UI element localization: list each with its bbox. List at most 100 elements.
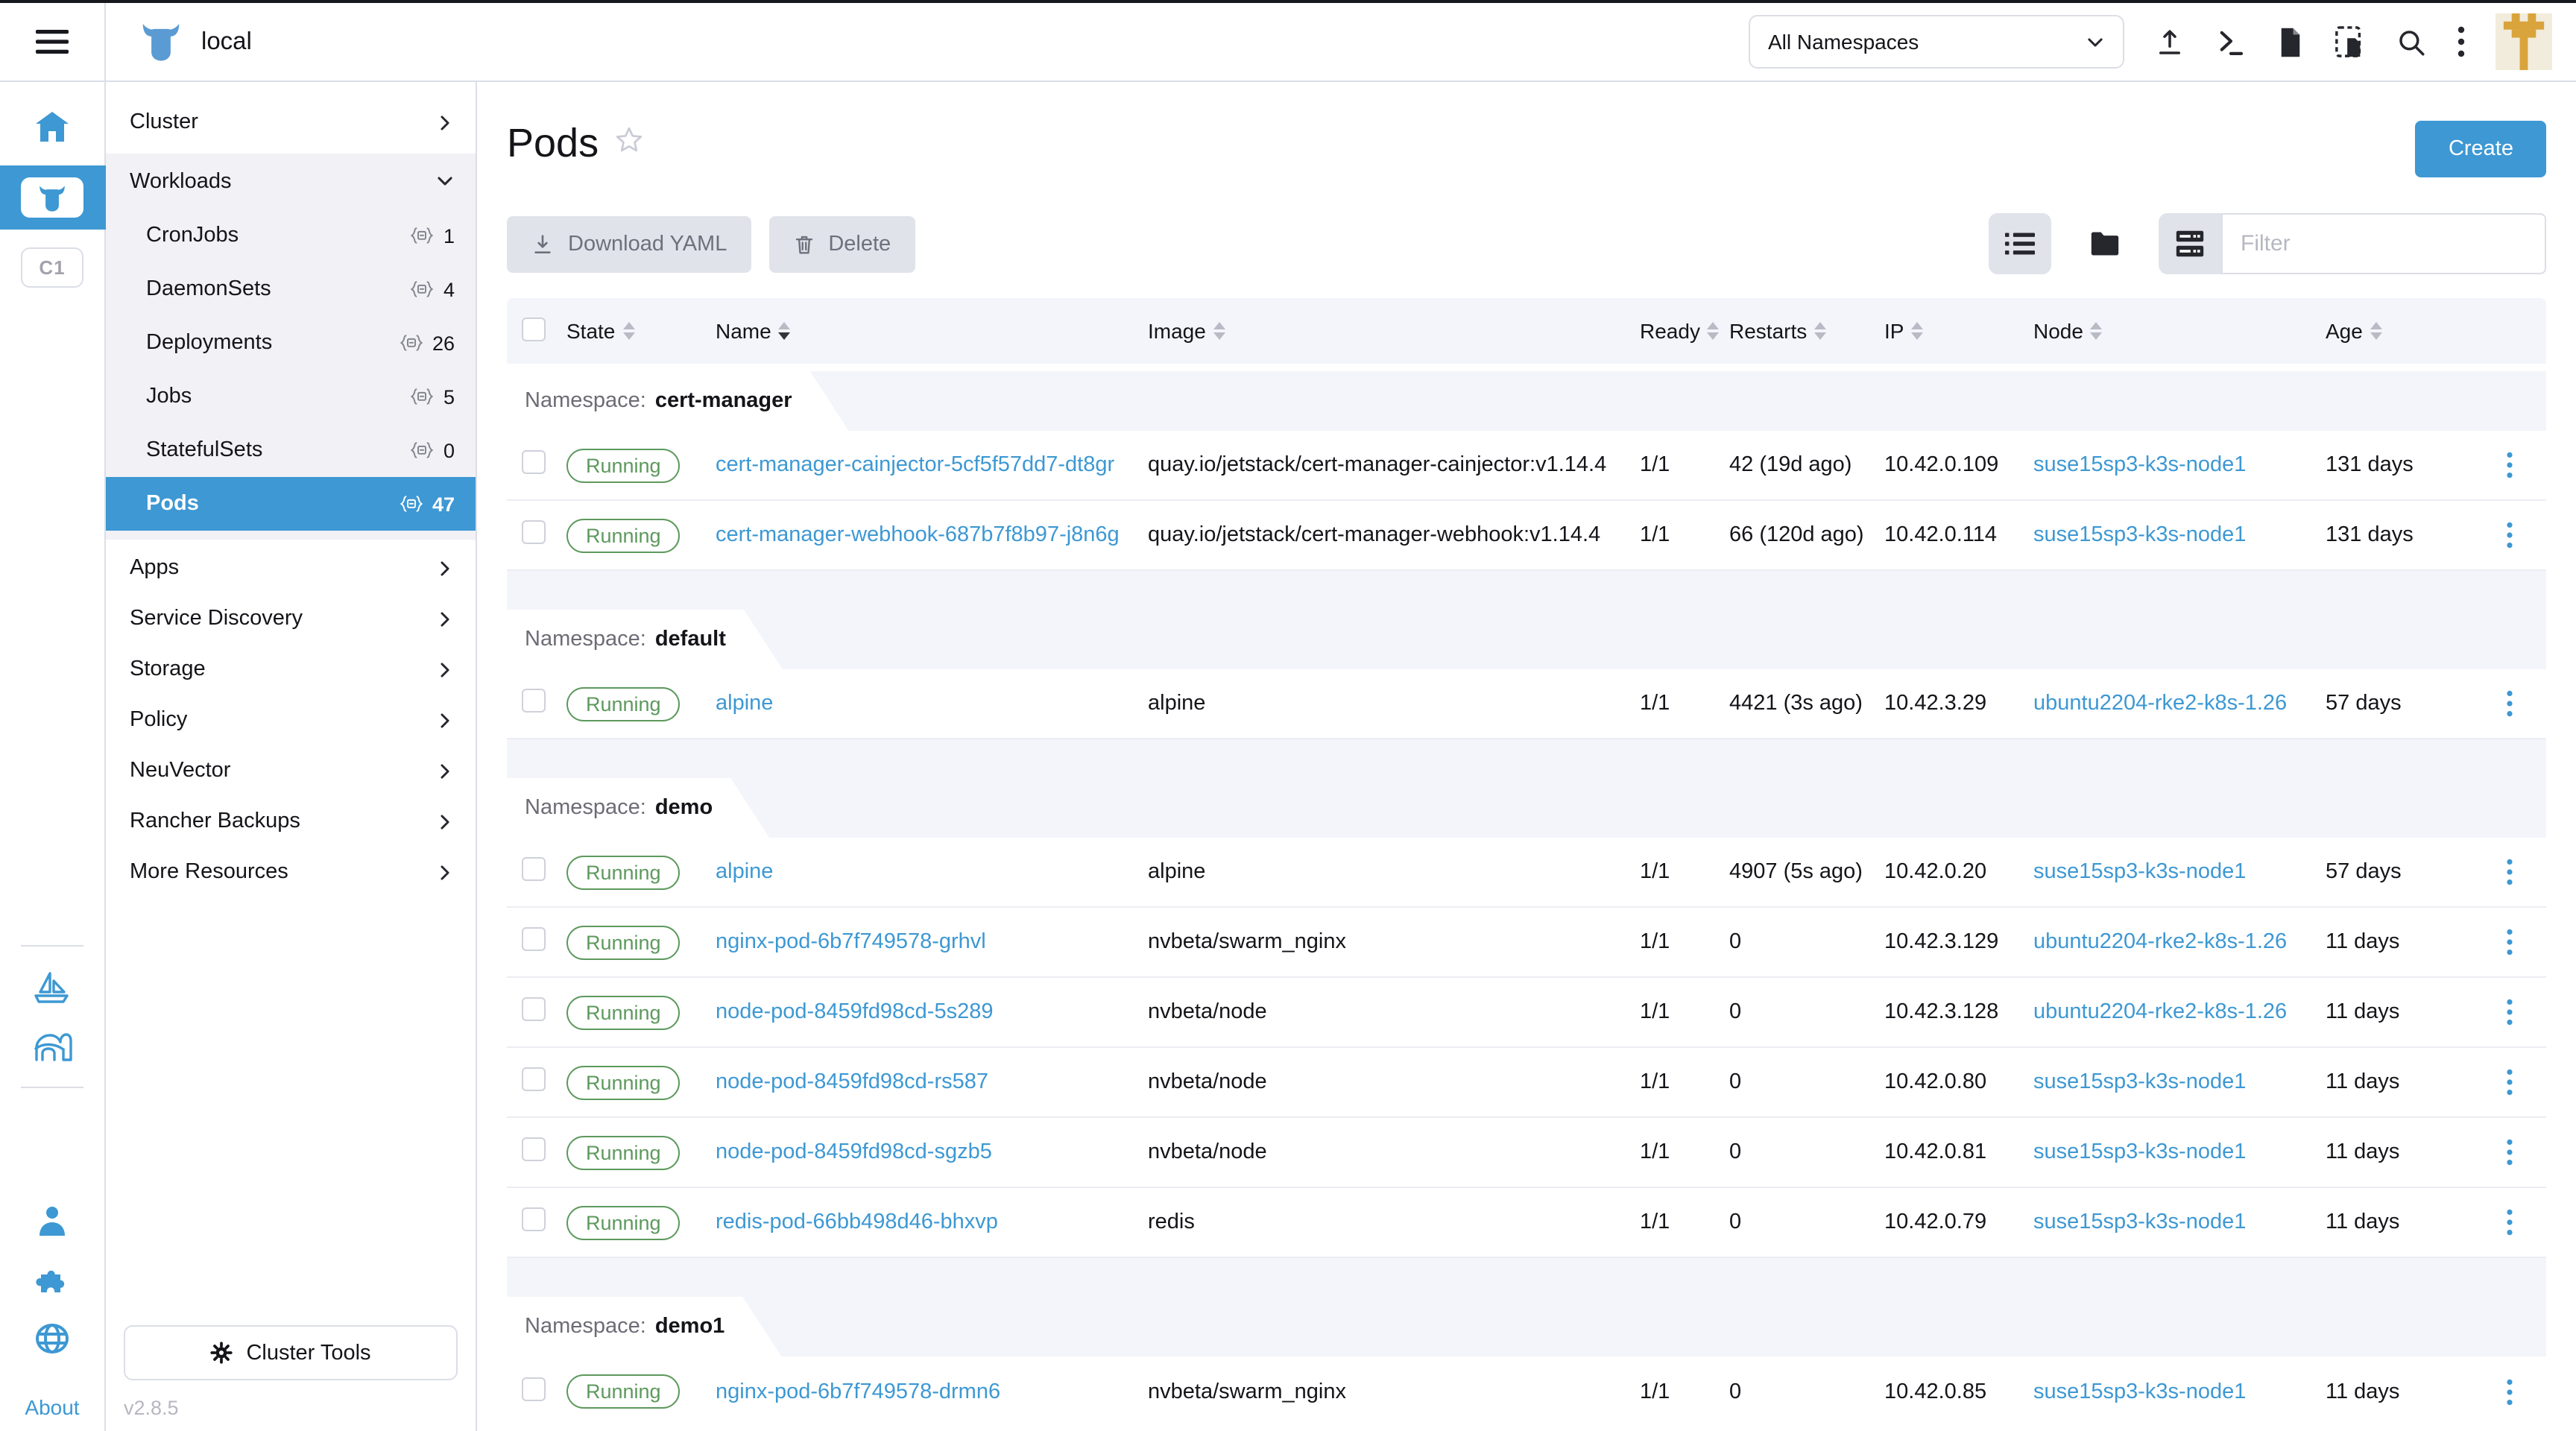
pod-name-link[interactable]: nginx-pod-6b7f749578-drmn6 bbox=[716, 1380, 1000, 1403]
node-link[interactable]: ubuntu2204-rke2-k8s-1.26 bbox=[2033, 930, 2287, 954]
home-icon[interactable] bbox=[34, 100, 70, 154]
node-link[interactable]: suse15sp3-k3s-node1 bbox=[2033, 453, 2246, 477]
row-actions-menu-button[interactable] bbox=[2487, 850, 2531, 894]
sidebar-item-neuvector[interactable]: NeuVector bbox=[106, 745, 476, 796]
list-view-button[interactable] bbox=[1989, 213, 2051, 274]
row-actions-menu-button[interactable] bbox=[2487, 681, 2531, 726]
ip-value: 10.42.0.85 bbox=[1884, 1380, 1986, 1403]
node-link[interactable]: ubuntu2204-rke2-k8s-1.26 bbox=[2033, 692, 2287, 716]
user-avatar[interactable] bbox=[2496, 13, 2552, 70]
copy-kubeconfig-button[interactable] bbox=[2334, 25, 2366, 59]
pod-name-link[interactable]: alpine bbox=[716, 860, 773, 884]
download-yaml-button[interactable]: Download YAML bbox=[507, 215, 751, 272]
search-icon[interactable] bbox=[2396, 26, 2427, 57]
node-cell: suse15sp3-k3s-node1 bbox=[2033, 1140, 2326, 1164]
row-checkbox[interactable] bbox=[522, 1067, 546, 1091]
column-header-ip[interactable]: IP bbox=[1884, 319, 2033, 343]
row-actions-menu-button[interactable] bbox=[2487, 1130, 2531, 1175]
import-yaml-button[interactable] bbox=[2154, 26, 2185, 57]
pod-name-link[interactable]: redis-pod-66bb498d46-bhxvp bbox=[716, 1210, 998, 1234]
globe-icon[interactable] bbox=[33, 1321, 72, 1356]
sidebar-item-statefulsets[interactable]: StatefulSets0 bbox=[106, 423, 476, 477]
row-actions-menu-button[interactable] bbox=[2487, 1060, 2531, 1105]
column-header-name[interactable]: Name bbox=[716, 319, 1148, 343]
node-link[interactable]: ubuntu2204-rke2-k8s-1.26 bbox=[2033, 1000, 2287, 1024]
sidebar-item-daemonsets[interactable]: DaemonSets4 bbox=[106, 262, 476, 316]
kubectl-shell-button[interactable] bbox=[2215, 26, 2247, 57]
row-checkbox[interactable] bbox=[522, 927, 546, 951]
sidebar-item-cronjobs[interactable]: CronJobs1 bbox=[106, 209, 476, 262]
namespace-filter-select[interactable]: All Namespaces bbox=[1749, 15, 2124, 69]
pod-name-link[interactable]: node-pod-8459fd98cd-sgzb5 bbox=[716, 1140, 992, 1164]
grouped-view-button[interactable] bbox=[2159, 213, 2221, 274]
sidebar-item-deployments[interactable]: Deployments26 bbox=[106, 316, 476, 370]
row-checkbox[interactable] bbox=[522, 520, 546, 544]
row-actions-menu-button[interactable] bbox=[2487, 1369, 2531, 1414]
pod-name-link[interactable]: cert-manager-cainjector-5cf5f57dd7-dt8gr bbox=[716, 453, 1114, 477]
favorite-star-icon[interactable] bbox=[613, 125, 643, 155]
column-header-label: Restarts bbox=[1729, 319, 1807, 343]
row-checkbox[interactable] bbox=[522, 1137, 546, 1161]
row-checkbox[interactable] bbox=[522, 857, 546, 881]
pod-name-link[interactable]: cert-manager-webhook-687b7f8b97-j8n6g bbox=[716, 523, 1120, 547]
node-link[interactable]: suse15sp3-k3s-node1 bbox=[2033, 1210, 2246, 1234]
fleet-icon[interactable] bbox=[33, 970, 72, 1006]
row-checkbox[interactable] bbox=[522, 1207, 546, 1231]
sort-down-icon bbox=[1911, 332, 1923, 340]
sidebar-item-more-resources[interactable]: More Resources bbox=[106, 847, 476, 897]
node-cell: suse15sp3-k3s-node1 bbox=[2033, 1380, 2326, 1403]
row-checkbox[interactable] bbox=[522, 689, 546, 713]
sidebar-item-workloads[interactable]: Workloads bbox=[106, 154, 476, 209]
sidebar-item-pods[interactable]: Pods47 bbox=[106, 477, 476, 531]
delete-button[interactable]: Delete bbox=[768, 215, 915, 272]
pod-name-link[interactable]: node-pod-8459fd98cd-rs587 bbox=[716, 1070, 988, 1094]
harvester-icon[interactable] bbox=[32, 1030, 72, 1063]
column-header-state[interactable]: State bbox=[566, 319, 716, 343]
sidebar-item-policy[interactable]: Policy bbox=[106, 695, 476, 745]
folder-view-button[interactable] bbox=[2074, 213, 2136, 274]
filter-input[interactable] bbox=[2221, 213, 2546, 274]
image-cell: alpine bbox=[1148, 692, 1640, 716]
node-link[interactable]: suse15sp3-k3s-node1 bbox=[2033, 860, 2246, 884]
node-link[interactable]: suse15sp3-k3s-node1 bbox=[2033, 1070, 2246, 1094]
restarts-value: 0 bbox=[1729, 1140, 1741, 1164]
column-header-age[interactable]: Age bbox=[2326, 319, 2487, 343]
user-icon[interactable] bbox=[34, 1204, 70, 1237]
sidebar-item-cluster[interactable]: Cluster bbox=[106, 97, 476, 148]
pod-name-link[interactable]: node-pod-8459fd98cd-5s289 bbox=[716, 1000, 993, 1024]
row-checkbox[interactable] bbox=[522, 997, 546, 1021]
sidebar-item-service-discovery[interactable]: Service Discovery bbox=[106, 593, 476, 644]
sidebar-item-rancher-backups[interactable]: Rancher Backups bbox=[106, 796, 476, 847]
row-actions-menu-button[interactable] bbox=[2487, 990, 2531, 1034]
sidebar-item-apps[interactable]: Apps bbox=[106, 543, 476, 593]
cluster-tools-button[interactable]: Cluster Tools bbox=[124, 1325, 458, 1380]
main-menu-button[interactable] bbox=[0, 3, 106, 80]
row-checkbox[interactable] bbox=[522, 1377, 546, 1400]
column-header-image[interactable]: Image bbox=[1148, 319, 1640, 343]
row-actions-menu-button[interactable] bbox=[2487, 920, 2531, 964]
row-checkbox-cell bbox=[507, 997, 566, 1027]
column-header-restarts[interactable]: Restarts bbox=[1729, 319, 1884, 343]
kebab-menu-icon[interactable] bbox=[2457, 25, 2466, 58]
namespace-group-header: Namespace:demo1 bbox=[507, 1297, 2546, 1356]
row-actions-menu-button[interactable] bbox=[2487, 443, 2531, 487]
node-link[interactable]: suse15sp3-k3s-node1 bbox=[2033, 1140, 2246, 1164]
node-link[interactable]: suse15sp3-k3s-node1 bbox=[2033, 1380, 2246, 1403]
row-actions-menu-button[interactable] bbox=[2487, 513, 2531, 557]
sidebar-item-jobs[interactable]: Jobs5 bbox=[106, 370, 476, 423]
pod-name-link[interactable]: nginx-pod-6b7f749578-grhvl bbox=[716, 930, 986, 954]
rail-cluster-c1[interactable]: C1 bbox=[21, 247, 83, 288]
pod-name-link[interactable]: alpine bbox=[716, 692, 773, 716]
sidebar-item-storage[interactable]: Storage bbox=[106, 644, 476, 695]
row-checkbox[interactable] bbox=[522, 450, 546, 474]
about-link[interactable]: About bbox=[25, 1395, 79, 1419]
column-header-ready[interactable]: Ready bbox=[1640, 319, 1729, 343]
node-link[interactable]: suse15sp3-k3s-node1 bbox=[2033, 523, 2246, 547]
create-button[interactable]: Create bbox=[2416, 121, 2546, 177]
column-header-node[interactable]: Node bbox=[2033, 319, 2326, 343]
rail-cluster-local[interactable] bbox=[0, 165, 105, 230]
row-actions-menu-button[interactable] bbox=[2487, 1200, 2531, 1245]
extensions-icon[interactable] bbox=[34, 1261, 71, 1297]
download-kubeconfig-file-button[interactable] bbox=[2276, 26, 2305, 57]
select-all-checkbox[interactable] bbox=[522, 317, 546, 341]
